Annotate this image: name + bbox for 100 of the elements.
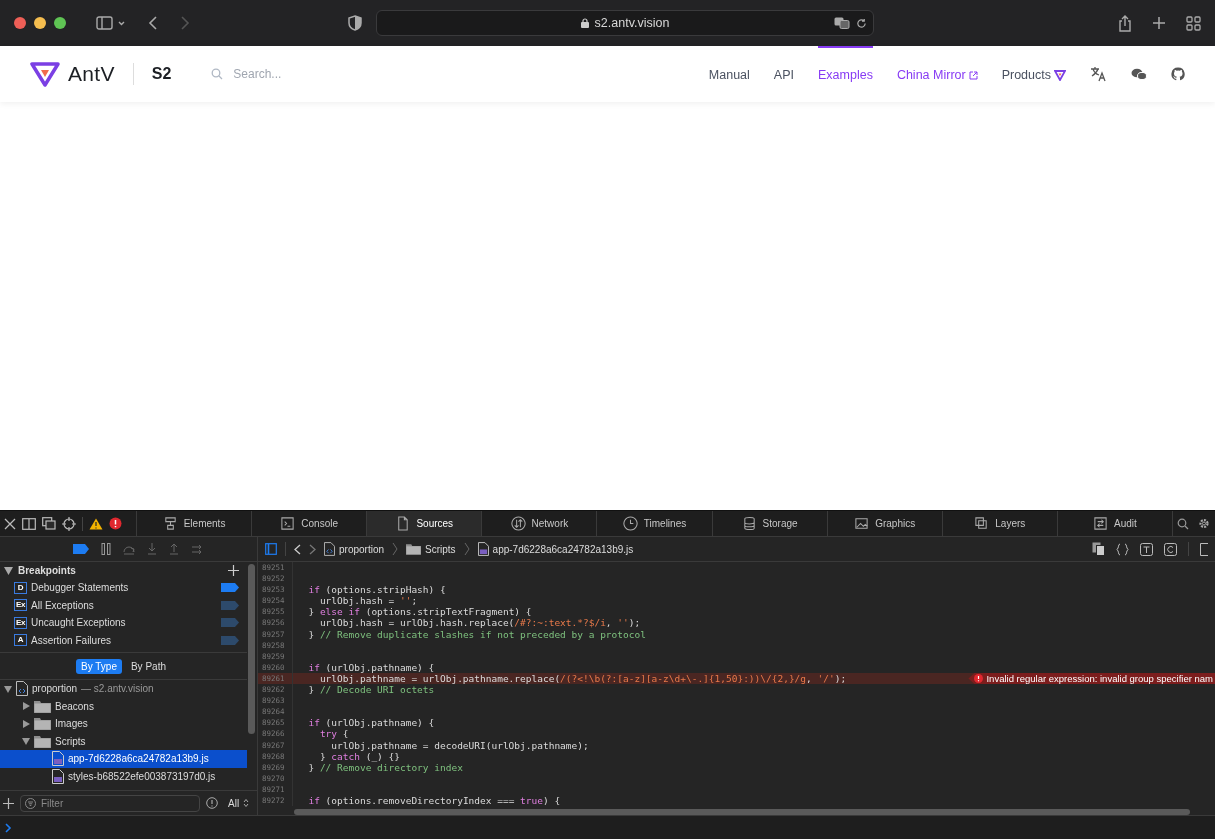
code-line: try { <box>318 728 349 740</box>
shield-icon[interactable] <box>348 15 362 31</box>
tab-icon <box>974 516 990 531</box>
breadcrumb-item[interactable]: proportion <box>324 542 385 556</box>
add-icon[interactable] <box>3 797 14 809</box>
folder-icon <box>34 734 51 748</box>
grouping-toggle[interactable]: By Type <box>76 659 122 674</box>
scrollbar[interactable] <box>294 809 1190 815</box>
tree-item[interactable]: Images <box>0 715 247 733</box>
minimize-window-button[interactable] <box>34 17 46 29</box>
breadcrumb-item[interactable]: Scripts <box>406 543 456 555</box>
tree-item[interactable]: styles-b68522efe003873197d0.js <box>0 767 247 785</box>
search-field[interactable]: Search... <box>231 66 356 82</box>
crosshair-icon[interactable] <box>62 516 76 531</box>
nav-link[interactable]: Examples <box>818 46 873 102</box>
code-line: if (options.stripHash) { <box>307 584 446 596</box>
new-tab-icon[interactable] <box>1152 16 1166 30</box>
breakpoint-item[interactable]: A Assertion Failures <box>0 631 247 649</box>
breakpoint-item[interactable]: Ex Uncaught Exceptions <box>0 614 247 632</box>
folder-icon <box>406 543 422 555</box>
close-window-button[interactable] <box>14 17 26 29</box>
prompt-icon <box>5 822 12 833</box>
breakpoint-toggle-icon[interactable] <box>221 618 239 628</box>
type-icon[interactable] <box>1140 542 1153 556</box>
github-icon[interactable] <box>1171 67 1185 81</box>
devtools-tab[interactable]: Sources <box>367 511 483 536</box>
code-line: } else if (options.stripTextFragment) { <box>307 606 532 618</box>
exclamation-icon[interactable] <box>206 797 218 809</box>
nav-link[interactable]: Manual <box>708 46 750 102</box>
folder-icon <box>34 699 51 713</box>
code-line: urlObj.hash = ''; <box>318 595 418 607</box>
breakpoint-icon[interactable] <box>72 544 89 554</box>
grouping-toggle[interactable]: By Path <box>125 659 171 674</box>
folder-icon <box>34 717 51 731</box>
address-bar[interactable]: s2.antv.vision <box>376 10 874 36</box>
zoom-window-button[interactable] <box>54 17 66 29</box>
tab-icon <box>162 516 178 531</box>
windows-icon[interactable] <box>42 517 56 530</box>
nav-link[interactable]: API <box>773 46 794 102</box>
filter-field[interactable]: Filter <box>20 794 200 812</box>
expanded-arrow-icon[interactable] <box>4 566 13 575</box>
step-into-icon[interactable] <box>146 543 157 555</box>
panel-icon[interactable] <box>1200 542 1208 556</box>
sidebar-icon[interactable] <box>96 16 126 30</box>
breakpoint-type-badge: Ex <box>14 599 27 612</box>
scope-selector[interactable]: All <box>228 797 250 809</box>
chat-icon[interactable] <box>1131 67 1147 81</box>
document-icon <box>324 542 335 556</box>
translate-icon[interactable] <box>834 17 850 29</box>
reload-icon[interactable] <box>856 17 867 29</box>
chevron-icon <box>392 542 399 556</box>
nav-link[interactable]: Products <box>1001 46 1066 102</box>
breadcrumb-item[interactable]: app-7d6228a6ca24782a13b9.js <box>477 542 634 556</box>
breakpoint-item[interactable]: D Debugger Statements <box>0 579 247 597</box>
breakpoint-toggle-icon[interactable] <box>221 600 239 610</box>
script-file-icon <box>477 542 489 556</box>
share-icon[interactable] <box>1118 14 1132 32</box>
chevron-icon <box>463 542 470 556</box>
section-title: Breakpoints <box>18 565 77 576</box>
code-line: urlObj.hash = urlObj.hash.replace(/#?:~:text.*?$/i, ''); <box>318 617 641 629</box>
tab-icon <box>622 516 638 531</box>
code-line: if (urlObj.pathname) { <box>307 717 435 729</box>
code-line: } catch (_) {} <box>318 750 400 762</box>
code-line: } // Remove directory index <box>307 761 463 773</box>
tree-item[interactable]: Beacons <box>0 697 247 715</box>
tree-item[interactable]: proportion — s2.antv.vision <box>0 680 247 698</box>
copy-icon[interactable] <box>1092 542 1105 556</box>
translate-icon[interactable] <box>1090 66 1107 82</box>
expanded-arrow-icon[interactable] <box>4 684 12 693</box>
coverage-icon[interactable] <box>1164 542 1177 556</box>
search-icon[interactable] <box>1177 517 1190 530</box>
back-icon[interactable] <box>294 543 301 555</box>
logo-icon <box>30 61 60 87</box>
nav-link[interactable]: China Mirror <box>896 46 978 102</box>
breakpoint-toggle-icon[interactable] <box>221 635 239 645</box>
settings-icon[interactable] <box>1198 517 1211 530</box>
expanded-arrow-icon[interactable] <box>22 737 30 746</box>
step-icon[interactable] <box>190 543 203 555</box>
close-icon[interactable] <box>4 517 16 530</box>
product-name[interactable]: S2 <box>151 65 172 83</box>
breakpoint-item[interactable]: Ex All Exceptions <box>0 596 247 614</box>
step-out-icon[interactable] <box>168 543 179 555</box>
dock-icon[interactable] <box>22 517 36 530</box>
script-file-icon <box>52 751 64 767</box>
breakpoint-toggle-icon[interactable] <box>221 583 239 593</box>
braces-icon[interactable] <box>1116 542 1129 556</box>
tree-item[interactable]: app-7d6228a6ca24782a13b9.js <box>0 750 247 768</box>
tab-icon <box>395 516 411 531</box>
error-icon[interactable] <box>109 517 122 530</box>
tab-icon <box>741 516 757 531</box>
tree-item[interactable]: Scripts <box>0 732 247 750</box>
back-icon[interactable] <box>148 16 158 30</box>
domain-label: — s2.antv.vision <box>81 683 154 695</box>
add-icon[interactable] <box>228 565 239 576</box>
sidebar-toggle-icon[interactable] <box>265 543 277 555</box>
forward-icon[interactable] <box>309 543 316 555</box>
pause-icon[interactable] <box>100 543 111 555</box>
logo-text[interactable]: AntV <box>68 62 115 86</box>
warning-icon[interactable] <box>89 517 103 530</box>
tab-overview-icon[interactable] <box>1186 15 1201 31</box>
